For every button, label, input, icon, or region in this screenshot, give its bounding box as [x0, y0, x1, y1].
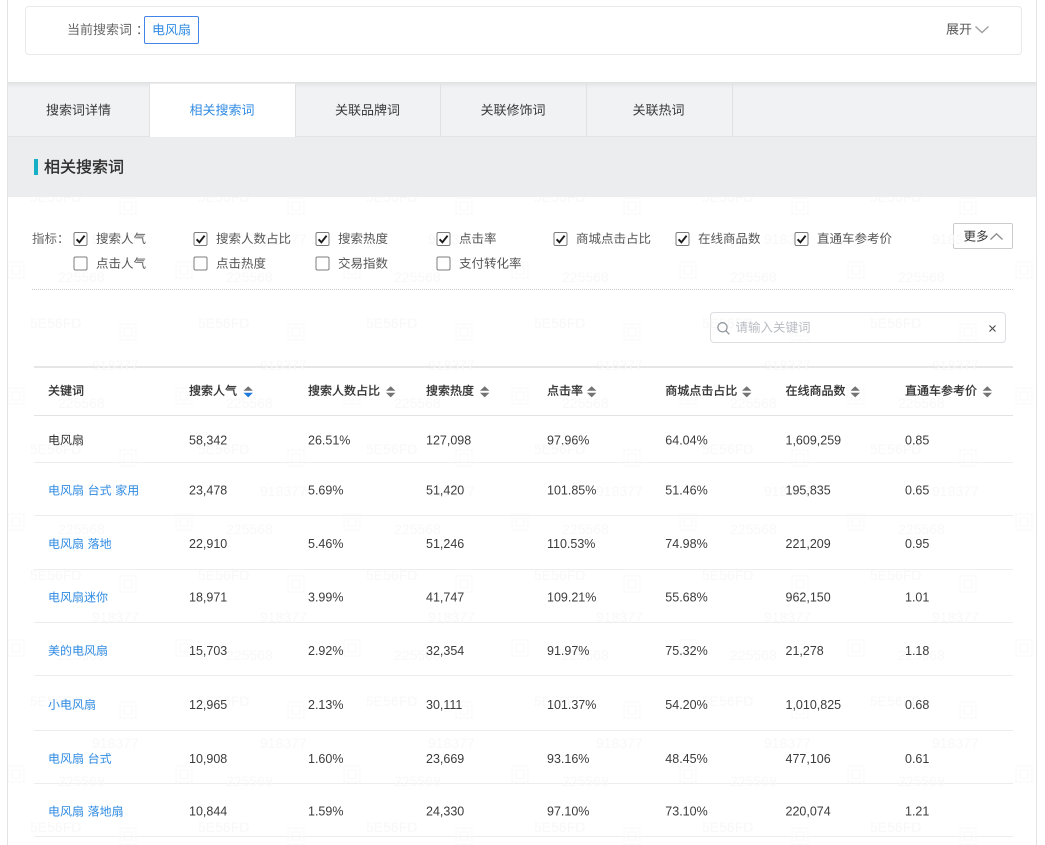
svg-text:32,354: 32,354 — [426, 644, 464, 658]
svg-text:221,209: 221,209 — [786, 537, 831, 551]
svg-text:1.01: 1.01 — [905, 591, 929, 605]
svg-text:0.85: 0.85 — [905, 433, 929, 447]
svg-text:30,111: 30,111 — [426, 698, 462, 712]
svg-text:5.46%: 5.46% — [308, 537, 343, 551]
svg-text:1.18: 1.18 — [905, 644, 929, 658]
svg-text:55.68%: 55.68% — [665, 591, 707, 605]
svg-text:75.32%: 75.32% — [665, 644, 707, 658]
svg-text:51.46%: 51.46% — [665, 484, 707, 498]
svg-text:23,669: 23,669 — [426, 752, 464, 766]
svg-text:64.04%: 64.04% — [665, 433, 707, 447]
svg-text:10,844: 10,844 — [189, 805, 227, 819]
svg-text:0.95: 0.95 — [905, 537, 929, 551]
svg-text:23,478: 23,478 — [189, 484, 227, 498]
svg-text:5.69%: 5.69% — [308, 484, 343, 498]
svg-text:110.53%: 110.53% — [547, 537, 595, 551]
svg-text:109.21%: 109.21% — [547, 591, 596, 605]
svg-text:127,098: 127,098 — [426, 433, 471, 447]
svg-text:41,747: 41,747 — [426, 591, 464, 605]
svg-text:1.21: 1.21 — [905, 805, 929, 819]
svg-text:101.85%: 101.85% — [547, 484, 596, 498]
svg-text:1,010,825: 1,010,825 — [786, 698, 842, 712]
svg-text:26.51%: 26.51% — [308, 433, 350, 447]
svg-text:73.10%: 73.10% — [665, 805, 707, 819]
svg-text:2.92%: 2.92% — [308, 644, 343, 658]
svg-text:12,965: 12,965 — [189, 698, 227, 712]
svg-text:3.99%: 3.99% — [308, 591, 343, 605]
svg-text:1.60%: 1.60% — [308, 752, 343, 766]
svg-text:0.68: 0.68 — [905, 698, 929, 712]
svg-text:2.13%: 2.13% — [308, 698, 343, 712]
svg-text:0.65: 0.65 — [905, 484, 929, 498]
svg-text:195,835: 195,835 — [786, 484, 831, 498]
svg-text:97.10%: 97.10% — [547, 805, 589, 819]
svg-text:24,330: 24,330 — [426, 805, 464, 819]
svg-text:54.20%: 54.20% — [665, 698, 707, 712]
svg-text:51,420: 51,420 — [426, 484, 464, 498]
svg-text:477,106: 477,106 — [786, 752, 831, 766]
svg-text:0.61: 0.61 — [905, 752, 929, 766]
svg-text:1,609,259: 1,609,259 — [786, 433, 842, 447]
svg-text:1.59%: 1.59% — [308, 805, 343, 819]
svg-text:101.37%: 101.37% — [547, 698, 596, 712]
svg-text:91.97%: 91.97% — [547, 644, 589, 658]
svg-text:10,908: 10,908 — [189, 752, 227, 766]
svg-text:48.45%: 48.45% — [665, 752, 707, 766]
svg-text:220,074: 220,074 — [786, 805, 831, 819]
svg-text:22,910: 22,910 — [189, 537, 227, 551]
svg-text:21,278: 21,278 — [786, 644, 824, 658]
svg-text:97.96%: 97.96% — [547, 433, 589, 447]
svg-text:58,342: 58,342 — [189, 433, 227, 447]
svg-text:15,703: 15,703 — [189, 644, 227, 658]
svg-text:74.98%: 74.98% — [665, 537, 707, 551]
svg-text:962,150: 962,150 — [786, 591, 831, 605]
svg-text:51,246: 51,246 — [426, 537, 464, 551]
svg-text:18,971: 18,971 — [189, 591, 227, 605]
svg-text:93.16%: 93.16% — [547, 752, 589, 766]
